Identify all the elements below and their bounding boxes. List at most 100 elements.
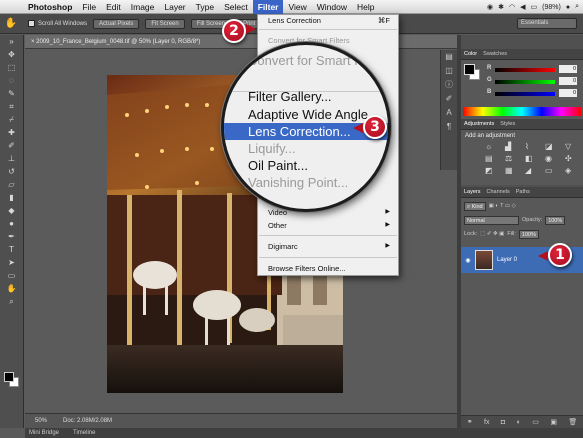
workspace-switcher[interactable]: Essentials xyxy=(517,18,577,29)
tab-timeline[interactable]: Timeline xyxy=(73,430,95,436)
eraser-tool-icon[interactable]: ▱ xyxy=(0,178,23,191)
paragraph-icon[interactable]: ¶ xyxy=(441,120,457,134)
selective-color-icon[interactable]: ◈ xyxy=(565,166,579,175)
blend-mode-dropdown[interactable]: Normal xyxy=(464,215,519,225)
lock-icons[interactable]: ⬚ ✐ ✥ ▣ xyxy=(480,231,504,237)
tab-swatches[interactable]: Swatches xyxy=(483,51,507,57)
menu-image[interactable]: Image xyxy=(126,0,160,14)
pen-tool-icon[interactable]: ✒ xyxy=(0,230,23,243)
fit-screen-button[interactable]: Fit Screen xyxy=(145,18,185,29)
marquee-tool-icon[interactable]: ⬚ xyxy=(0,61,23,74)
layer-thumbnail[interactable] xyxy=(475,250,493,270)
add-mask-icon[interactable]: ◘ xyxy=(501,419,505,426)
vibrance-icon[interactable]: ▽ xyxy=(565,142,579,151)
exposure-icon[interactable]: ◪ xyxy=(545,142,559,151)
foreground-swatch[interactable] xyxy=(464,64,475,75)
scroll-all-checkbox[interactable] xyxy=(28,20,35,27)
black-white-icon[interactable]: ◧ xyxy=(525,154,539,163)
color-balance-icon[interactable]: ⚖ xyxy=(505,154,519,163)
menu-item-other[interactable]: Other ▶ xyxy=(268,220,394,231)
link-layers-icon[interactable]: ⚭ xyxy=(467,418,473,426)
type-tool-icon[interactable]: T xyxy=(0,243,23,256)
app-menu[interactable]: Photoshop xyxy=(24,0,77,14)
gradient-map-icon[interactable]: ▭ xyxy=(545,166,559,175)
magnified-adaptive-wide-angle[interactable]: Adaptive Wide Angle... xyxy=(248,107,379,122)
blue-slider[interactable]: B0 xyxy=(487,89,582,98)
bluetooth-icon[interactable]: ✱ xyxy=(498,3,504,11)
dodge-tool-icon[interactable]: ● xyxy=(0,217,23,230)
menu-layer[interactable]: Layer xyxy=(159,0,190,14)
foreground-color-swatch[interactable] xyxy=(4,372,14,382)
green-value[interactable]: 0 xyxy=(559,77,577,85)
crop-tool-icon[interactable]: ⌗ xyxy=(0,100,23,113)
menu-window[interactable]: Window xyxy=(312,0,352,14)
channel-mixer-icon[interactable]: ✣ xyxy=(565,154,579,163)
magnified-vanishing-point[interactable]: Vanishing Point... xyxy=(248,175,348,190)
color-swatches[interactable] xyxy=(4,372,19,387)
menu-edit[interactable]: Edit xyxy=(101,0,126,14)
actual-pixels-button[interactable]: Actual Pixels xyxy=(93,18,140,29)
doc-size[interactable]: Doc: 2.08M/2.08M xyxy=(63,418,112,424)
menu-item-digimarc[interactable]: Digimarc ▶ xyxy=(268,241,394,252)
green-slider[interactable]: G0 xyxy=(487,77,582,86)
hue-sat-icon[interactable]: ▤ xyxy=(485,154,499,163)
fill-field[interactable]: 100% xyxy=(518,229,539,239)
clone-stamp-icon[interactable]: ⊥ xyxy=(0,152,23,165)
threshold-icon[interactable]: ◢ xyxy=(525,166,539,175)
layer-style-icon[interactable]: fx xyxy=(484,419,489,426)
tab-adjustments[interactable]: Adjustments xyxy=(464,121,494,127)
battery-icon[interactable]: ▭ xyxy=(531,3,538,11)
eyedropper-icon[interactable]: ⌿ xyxy=(0,113,23,126)
history-icon[interactable]: ▤ xyxy=(441,50,457,64)
menu-item-browse-online[interactable]: Browse Filters Online... xyxy=(268,263,394,274)
menu-filter[interactable]: Filter xyxy=(252,0,284,14)
properties-icon[interactable]: ◫ xyxy=(441,64,457,78)
kind-filter-dropdown[interactable]: ⌕ Kind xyxy=(464,201,486,211)
layer-name[interactable]: Layer 0 xyxy=(497,257,517,263)
hand-tool-icon[interactable]: ✋ xyxy=(0,18,22,29)
menu-view[interactable]: View xyxy=(283,0,311,14)
shape-tool-icon[interactable]: ▭ xyxy=(0,269,23,282)
sync-icon[interactable]: ◉ xyxy=(487,3,493,11)
tab-color[interactable]: Color xyxy=(464,51,477,57)
blur-tool-icon[interactable]: ◆ xyxy=(0,204,23,217)
healing-brush-icon[interactable]: ✚ xyxy=(0,126,23,139)
new-group-icon[interactable]: ▭ xyxy=(532,418,539,426)
menu-select[interactable]: Select xyxy=(219,0,253,14)
lasso-tool-icon[interactable]: ◌ xyxy=(0,74,23,87)
menu-help[interactable]: Help xyxy=(352,0,379,14)
collapse-icon[interactable]: » xyxy=(0,35,23,48)
levels-icon[interactable]: ▟ xyxy=(505,142,519,151)
user-icon[interactable]: ● xyxy=(566,4,570,11)
magnified-filter-gallery[interactable]: Filter Gallery... xyxy=(248,89,332,104)
menu-item-last-filter[interactable]: Lens Correction ⌘F xyxy=(268,15,394,26)
move-tool-icon[interactable]: ✥ xyxy=(0,48,23,61)
magnified-liquify[interactable]: Liquify... xyxy=(248,141,295,156)
opacity-field[interactable]: 100% xyxy=(545,215,566,225)
spotlight-icon[interactable]: ⌕ xyxy=(575,3,579,11)
gradient-tool-icon[interactable]: ▮ xyxy=(0,191,23,204)
photo-filter-icon[interactable]: ◉ xyxy=(545,154,559,163)
visibility-eye-icon[interactable]: ◉ xyxy=(461,257,475,264)
wifi-icon[interactable]: ◠ xyxy=(509,3,515,11)
magnified-oil-paint[interactable]: Oil Paint... xyxy=(248,158,308,173)
zoom-tool-icon[interactable]: ⌕ xyxy=(0,295,23,308)
brush-tool-icon[interactable]: ✐ xyxy=(0,139,23,152)
brush-presets-icon[interactable]: ✐ xyxy=(441,92,457,106)
tab-styles[interactable]: Styles xyxy=(500,121,515,127)
curves-icon[interactable]: ⌇ xyxy=(525,142,539,151)
red-slider[interactable]: R0 xyxy=(487,65,582,74)
hand-tool-active-icon[interactable]: ✋ xyxy=(0,282,23,295)
new-adjustment-icon[interactable]: ◐ xyxy=(517,419,521,426)
invert-icon[interactable]: ◩ xyxy=(485,166,499,175)
color-ramp[interactable] xyxy=(463,107,581,116)
trash-icon[interactable]: 🗑 xyxy=(568,418,577,426)
path-select-icon[interactable]: ➤ xyxy=(0,256,23,269)
volume-icon[interactable]: ◀ xyxy=(520,3,525,11)
history-brush-icon[interactable]: ↺ xyxy=(0,165,23,178)
menu-file[interactable]: File xyxy=(77,0,101,14)
tab-paths[interactable]: Paths xyxy=(516,189,530,195)
filter-icons[interactable]: ▣ ◐ T ▭ ◇ xyxy=(489,203,516,209)
character-icon[interactable]: A xyxy=(441,106,457,120)
menu-type[interactable]: Type xyxy=(191,0,219,14)
